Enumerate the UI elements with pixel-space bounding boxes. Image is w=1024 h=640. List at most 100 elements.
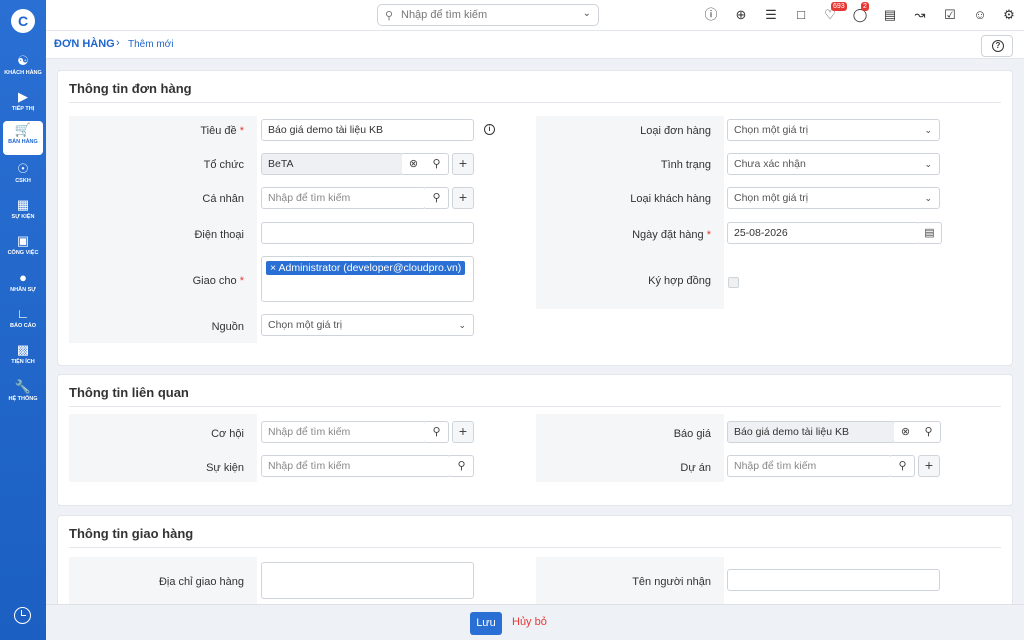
status-select[interactable]: Chưa xác nhận ⌄: [727, 153, 940, 175]
sidebar-item-label: NHÂN SỰ: [10, 287, 36, 293]
shipping-info-section: Thông tin giao hàng Địa chỉ giao hàng Tê…: [57, 515, 1013, 616]
related-info-section: Thông tin liên quan Cơ hội Nhập để tìm k…: [57, 374, 1013, 506]
briefcase-icon: ▣: [16, 233, 30, 248]
user-icon[interactable]: ☺: [972, 7, 988, 23]
search-icon: ⚲: [385, 10, 394, 22]
add-circle-icon[interactable]: ⊕: [733, 7, 749, 23]
search-icon[interactable]: ⚲: [425, 153, 449, 175]
section-title: Thông tin đơn hàng: [69, 81, 192, 96]
sidebar-item-hr[interactable]: ● NHÂN SỰ: [3, 269, 43, 303]
project-label: Dự án: [680, 462, 711, 474]
source-value: Chọn một giá trị: [268, 319, 343, 331]
quote-label: Báo giá: [673, 428, 711, 440]
info-icon[interactable]: i: [484, 124, 495, 135]
status-value: Chưa xác nhận: [734, 158, 806, 170]
top-bar: ⚲ Nhập để tìm kiếm ⌄ ⓘ ⊕ ☰ □ ♡ 693 ◯ 2 ▤…: [46, 0, 1024, 31]
sidebar-item-utilities[interactable]: ▩ TIỆN ÍCH: [3, 341, 43, 375]
assigned-label: Giao cho *: [192, 275, 244, 287]
sidebar-item-label: TIỆN ÍCH: [11, 359, 35, 365]
gear-icon[interactable]: ⚙: [1001, 7, 1017, 23]
assigned-field[interactable]: × Administrator (developer@cloudpro.vn): [261, 256, 474, 302]
assigned-tag-label: Administrator (developer@cloudpro.vn): [278, 262, 462, 274]
order-type-select[interactable]: Chọn một giá trị ⌄: [727, 119, 940, 141]
receiver-name-label: Tên người nhận: [632, 576, 711, 588]
new-window-icon[interactable]: □: [793, 7, 809, 23]
sidebar-item-events[interactable]: ▦ SỰ KIỆN: [3, 196, 43, 230]
customer-type-select[interactable]: Chọn một giá trị ⌄: [727, 187, 940, 209]
add-opportunity-button[interactable]: +: [452, 421, 474, 443]
source-select[interactable]: Chọn một giá trị ⌄: [261, 314, 474, 336]
notification-badge: 693: [831, 2, 847, 11]
person-icon: ●: [19, 270, 27, 285]
cancel-button[interactable]: Hủy bỏ: [512, 616, 547, 628]
search-icon[interactable]: ⚲: [425, 421, 449, 443]
clear-icon[interactable]: ⊗: [894, 421, 918, 443]
sidebar-item-support[interactable]: ☉ CSKH: [3, 160, 43, 194]
search-icon[interactable]: ⚲: [425, 187, 449, 209]
sidebar-item-system[interactable]: 🔧 HỆ THỐNG: [3, 378, 43, 412]
contract-checkbox[interactable]: [728, 277, 739, 288]
sidebar-item-customers[interactable]: ☯ KHÁCH HÀNG: [3, 52, 43, 86]
shipping-address-label: Địa chỉ giao hàng: [158, 576, 244, 588]
opportunity-label: Cơ hội: [211, 428, 244, 440]
search-placeholder: Nhập để tìm kiếm: [401, 9, 488, 21]
sidebar-item-marketing[interactable]: ▶ TIẾP THỊ: [3, 88, 43, 122]
sidebar-item-label: TIẾP THỊ: [11, 106, 35, 112]
quote-field[interactable]: Báo giá demo tài liệu KB: [727, 421, 895, 443]
search-icon[interactable]: ⚲: [450, 455, 474, 477]
calendar-icon[interactable]: ▤: [918, 222, 942, 244]
event-field[interactable]: Nhập để tìm kiếm: [261, 455, 451, 477]
order-date-field[interactable]: 25-08-2026: [727, 222, 919, 244]
order-type-value: Chọn một giá trị: [734, 124, 809, 136]
bell-icon[interactable]: ♡ 693: [822, 2, 847, 23]
search-icon[interactable]: ⚲: [891, 455, 915, 477]
clear-icon[interactable]: ⊗: [402, 153, 426, 175]
project-field[interactable]: Nhập để tìm kiếm: [727, 455, 892, 477]
shipping-address-field[interactable]: [261, 562, 474, 599]
list-icon[interactable]: ☰: [763, 7, 779, 23]
add-project-button[interactable]: +: [918, 455, 940, 477]
save-button[interactable]: Lưu: [470, 612, 502, 635]
sidebar: C ☯ KHÁCH HÀNG ▶ TIẾP THỊ 🛒 BÁN HÀNG ☉ C…: [0, 0, 46, 640]
users-icon: ☯: [17, 53, 29, 68]
phone-field[interactable]: [261, 222, 474, 244]
checkbox-icon[interactable]: ☑: [942, 7, 958, 23]
assigned-tag[interactable]: × Administrator (developer@cloudpro.vn): [266, 261, 466, 275]
order-info-section: Thông tin đơn hàng Tiêu đề * Báo giá dem…: [57, 70, 1013, 366]
sidebar-item-reports[interactable]: ∟ BÁO CÁO: [3, 305, 43, 339]
breadcrumb-module[interactable]: ĐƠN HÀNG: [54, 38, 115, 50]
sidebar-item-label: CSKH: [15, 178, 31, 184]
sidebar-item-label: KHÁCH HÀNG: [4, 70, 42, 76]
line-chart-icon[interactable]: ↝: [912, 7, 928, 23]
opportunity-field[interactable]: Nhập để tìm kiếm: [261, 421, 426, 443]
info-icon[interactable]: ⓘ: [703, 7, 719, 23]
sidebar-item-label: CÔNG VIỆC: [7, 250, 39, 256]
clock-icon[interactable]: [14, 607, 31, 624]
search-icon[interactable]: ⚲: [917, 421, 941, 443]
sidebar-item-label: BÁN HÀNG: [8, 139, 38, 145]
app-logo[interactable]: C: [11, 9, 35, 33]
breadcrumb: ĐƠN HÀNG › Thêm mới ?: [46, 31, 1024, 59]
add-contact-button[interactable]: +: [452, 187, 474, 209]
chevron-down-icon: ⌄: [582, 8, 591, 19]
sidebar-item-sales[interactable]: 🛒 BÁN HÀNG: [3, 121, 43, 155]
global-search-input[interactable]: ⚲ Nhập để tìm kiếm ⌄: [377, 4, 599, 26]
message-badge: 2: [861, 2, 869, 11]
status-label: Tình trạng: [660, 159, 711, 171]
receiver-name-field[interactable]: [727, 569, 940, 591]
contact-field[interactable]: Nhập để tìm kiếm: [261, 187, 426, 209]
chevron-right-icon: ›: [116, 37, 120, 49]
chat-icon[interactable]: ◯ 2: [852, 2, 869, 23]
section-title: Thông tin liên quan: [69, 385, 189, 400]
subject-field[interactable]: Báo giá demo tài liệu KB: [261, 119, 474, 141]
organization-field[interactable]: BeTA: [261, 153, 403, 175]
help-button[interactable]: ?: [981, 35, 1013, 57]
order-date-label: Ngày đặt hàng *: [632, 229, 711, 241]
add-organization-button[interactable]: +: [452, 153, 474, 175]
calendar-icon[interactable]: ▤: [882, 7, 898, 23]
sidebar-item-label: BÁO CÁO: [10, 323, 36, 329]
chevron-down-icon: ⌄: [924, 193, 932, 203]
sidebar-item-tasks[interactable]: ▣ CÔNG VIỆC: [3, 232, 43, 266]
subject-label: Tiêu đề *: [200, 125, 244, 137]
lifebuoy-icon: ☉: [17, 161, 29, 176]
